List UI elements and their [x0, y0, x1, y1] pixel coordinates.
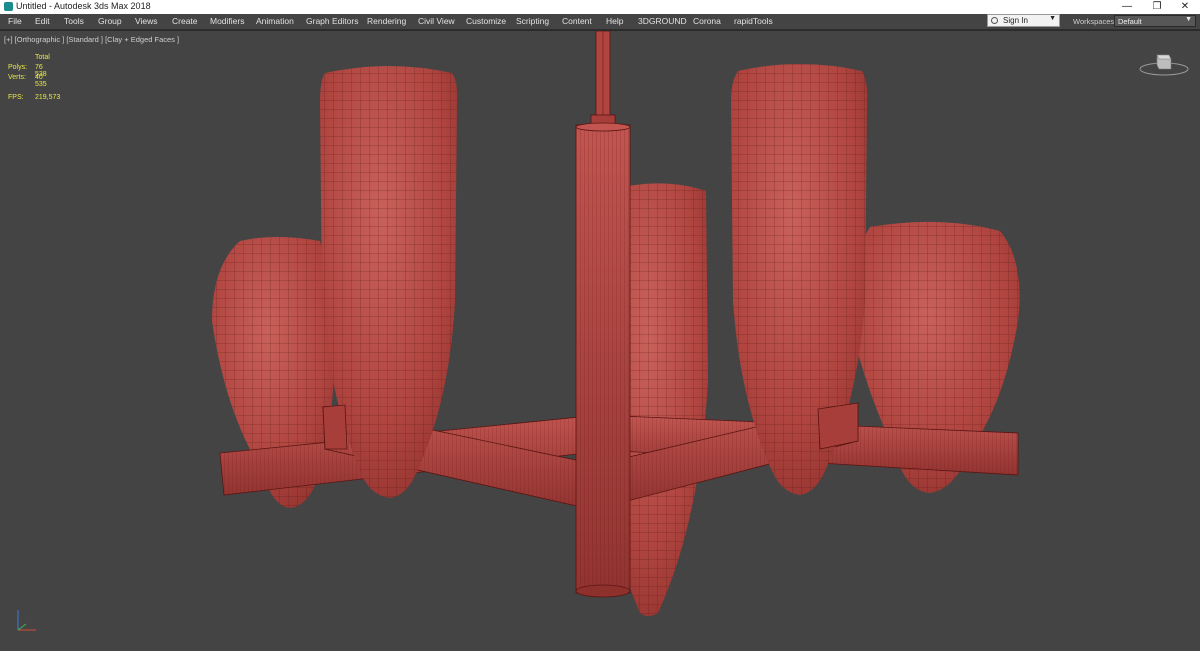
stats-header: Total	[35, 54, 50, 61]
menu-scripting[interactable]: Scripting	[516, 16, 549, 26]
menu-content[interactable]: Content	[562, 16, 592, 26]
menu-corona[interactable]: Corona	[693, 16, 721, 26]
window-title: Untitled - Autodesk 3ds Max 2018	[16, 1, 151, 11]
user-icon	[991, 17, 998, 24]
title-bar: Untitled - Autodesk 3ds Max 2018 — ❐ ✕	[0, 0, 1200, 14]
central-column	[575, 122, 631, 598]
viewport-label[interactable]: [+] [Orthographic ] [Standard ] [Clay + …	[4, 35, 179, 44]
menu-animation[interactable]: Animation	[256, 16, 294, 26]
menu-rapidtools[interactable]: rapidTools	[734, 16, 773, 26]
arm-cap-right	[817, 402, 859, 450]
menu-group[interactable]: Group	[98, 16, 122, 26]
minimize-button[interactable]: —	[1112, 0, 1142, 14]
app-icon	[4, 2, 13, 11]
menu-graph-editors[interactable]: Graph Editors	[306, 16, 358, 26]
menu-create[interactable]: Create	[172, 16, 198, 26]
hanging-rod	[590, 31, 616, 126]
workspace-value: Default	[1118, 17, 1142, 26]
axis-tripod-icon	[17, 610, 36, 631]
fps-value: 219,573	[35, 94, 61, 101]
menu-customize[interactable]: Customize	[466, 16, 506, 26]
chandelier-model	[212, 31, 1020, 616]
menu-rendering[interactable]: Rendering	[367, 16, 406, 26]
maximize-button[interactable]: ❐	[1142, 0, 1172, 14]
viewport-perspective[interactable]: [+] [Orthographic ] [Standard ] [Clay + …	[0, 30, 1200, 651]
verts-value: 40 535	[35, 74, 47, 88]
menu-views[interactable]: Views	[135, 16, 158, 26]
close-button[interactable]: ✕	[1170, 0, 1200, 14]
workspaces-label: Workspaces:	[1073, 17, 1117, 26]
menu-civil-view[interactable]: Civil View	[418, 16, 455, 26]
menu-tools[interactable]: Tools	[64, 16, 84, 26]
menu-edit[interactable]: Edit	[35, 16, 50, 26]
viewcube-icon[interactable]	[1138, 51, 1190, 79]
sign-in-dropdown[interactable]: Sign In ▼	[987, 14, 1060, 27]
menu-3dground[interactable]: 3DGROUND	[638, 16, 687, 26]
verts-label: Verts:	[8, 74, 26, 81]
chevron-down-icon: ▼	[1049, 15, 1056, 22]
fps-label: FPS:	[8, 94, 24, 101]
arm-cap-left	[322, 404, 348, 450]
menu-help[interactable]: Help	[606, 16, 623, 26]
polys-label: Polys:	[8, 64, 28, 71]
menu-file[interactable]: File	[8, 16, 22, 26]
sign-in-label: Sign In	[1003, 16, 1028, 25]
chevron-down-icon: ▼	[1185, 16, 1192, 23]
menu-modifiers[interactable]: Modifiers	[210, 16, 244, 26]
workspace-select[interactable]: Default ▼	[1114, 15, 1196, 27]
